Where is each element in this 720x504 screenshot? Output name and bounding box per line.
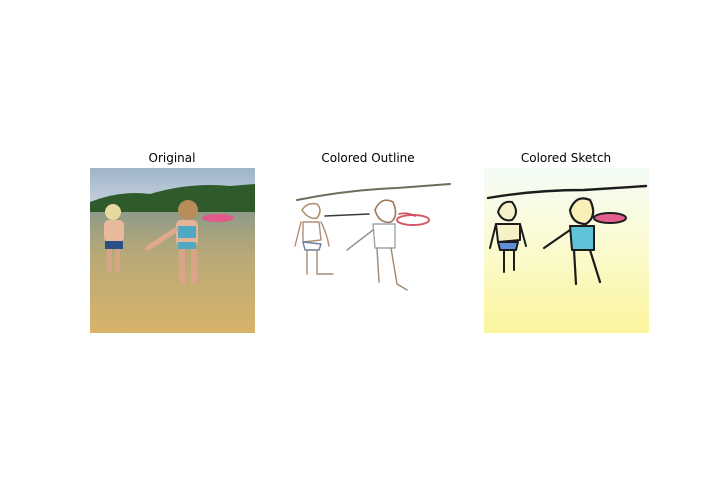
original-image xyxy=(90,168,255,333)
panel-title-colored-outline: Colored Outline xyxy=(321,151,415,165)
panel-title-original: Original xyxy=(148,151,196,165)
panel-title-colored-sketch: Colored Sketch xyxy=(520,151,612,165)
colored-sketch-image xyxy=(484,168,649,333)
colored-outline-image xyxy=(287,168,452,333)
